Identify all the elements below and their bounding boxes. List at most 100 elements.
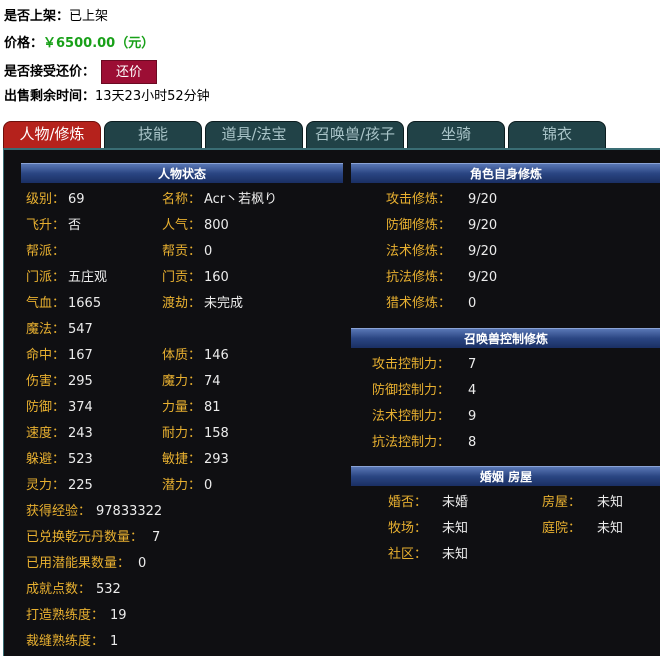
- speed-label: 速度：: [26, 426, 66, 441]
- speed-value: 243: [68, 426, 93, 441]
- potential-fruit-value: 0: [138, 556, 147, 571]
- spell-cultivation-value: 9/20: [468, 244, 498, 259]
- school-value: 五庄观: [68, 270, 108, 285]
- magic-power-value: 74: [204, 374, 221, 389]
- tab-bar: 人物/修炼 技能 道具/法宝 召唤兽/孩子 坐骑 锦衣: [3, 121, 660, 148]
- potential-value: 0: [204, 478, 213, 493]
- courtyard-label: 庭院：: [542, 521, 582, 536]
- tribulation-value: 未完成: [204, 296, 244, 311]
- hit-value: 167: [68, 348, 93, 363]
- marriage-value: 未婚: [442, 495, 469, 510]
- bargain-label: 是否接受还价：: [4, 64, 96, 80]
- popularity-value: 800: [204, 218, 229, 233]
- remaining-time-row: 出售剩余时间：13天23小时52分钟: [4, 86, 210, 108]
- defense-label: 防御：: [26, 400, 66, 415]
- pet-control-header: 召唤兽控制修炼: [351, 328, 660, 348]
- ranch-label: 牧场：: [388, 521, 428, 536]
- resist-cultivation-label: 抗法修炼：: [386, 270, 452, 285]
- hunting-cultivation-label: 猎术修炼：: [386, 296, 452, 311]
- character-status-header: 人物状态: [21, 163, 343, 183]
- pet-defense-control-label: 防御控制力：: [372, 383, 451, 398]
- remaining-time-value: 13天23小时52分钟: [95, 89, 210, 104]
- price-label: 价格：: [4, 36, 44, 51]
- hp-label: 气血：: [26, 296, 66, 311]
- experience-label: 获得经验：: [26, 504, 92, 519]
- tab-mounts[interactable]: 坐骑: [407, 121, 505, 148]
- self-cultivation-header: 角色自身修炼: [351, 163, 660, 183]
- achievement-value: 532: [96, 582, 121, 597]
- shelf-status-label: 是否上架：: [4, 9, 70, 24]
- tab-pets-children[interactable]: 召唤兽/孩子: [306, 121, 404, 148]
- tab-outfits[interactable]: 锦衣: [508, 121, 606, 148]
- potential-label: 潜力：: [162, 478, 202, 493]
- tab-character-cultivation[interactable]: 人物/修炼: [3, 121, 101, 148]
- pet-attack-control-label: 攻击控制力：: [372, 357, 451, 372]
- shelf-status-row: 是否上架：已上架: [4, 6, 108, 28]
- dodge-label: 躲避：: [26, 452, 66, 467]
- school-label: 门派：: [26, 270, 66, 285]
- hit-label: 命中：: [26, 348, 66, 363]
- defense-cultivation-value: 9/20: [468, 218, 498, 233]
- gang-contribution-label: 帮贡：: [162, 244, 202, 259]
- house-value: 未知: [597, 495, 624, 510]
- name-value: Acr丶若枫り: [204, 192, 278, 207]
- damage-label: 伤害：: [26, 374, 66, 389]
- pet-spell-control-value: 9: [468, 409, 477, 424]
- bargain-button[interactable]: 还价: [101, 60, 158, 84]
- magic-power-label: 魔力：: [162, 374, 202, 389]
- courtyard-value: 未知: [597, 521, 624, 536]
- price-row: 价格：￥6500.00（元）: [4, 33, 154, 55]
- experience-value: 97833322: [96, 504, 163, 519]
- pet-attack-control-value: 7: [468, 357, 477, 372]
- endurance-value: 158: [204, 426, 229, 441]
- shelf-status-value: 已上架: [69, 9, 109, 24]
- agility-label: 敏捷：: [162, 452, 202, 467]
- hunting-cultivation-value: 0: [468, 296, 477, 311]
- house-label: 房屋：: [542, 495, 582, 510]
- defense-value: 374: [68, 400, 93, 415]
- pet-defense-control-value: 4: [468, 383, 477, 398]
- mp-label: 魔法：: [26, 322, 66, 337]
- ranch-value: 未知: [442, 521, 469, 536]
- tab-skills[interactable]: 技能: [104, 121, 202, 148]
- bargain-row: 是否接受还价： 还价: [4, 60, 158, 84]
- tab-items-treasures[interactable]: 道具/法宝: [205, 121, 303, 148]
- attack-cultivation-label: 攻击修炼：: [386, 192, 452, 207]
- price-value: ￥6500.00（元）: [43, 36, 155, 51]
- gang-label: 帮派：: [26, 244, 66, 259]
- damage-value: 295: [68, 374, 93, 389]
- potential-fruit-label: 已用潜能果数量：: [26, 556, 131, 571]
- community-value: 未知: [442, 547, 469, 562]
- popularity-label: 人气：: [162, 218, 202, 233]
- name-label: 名称：: [162, 192, 202, 207]
- pet-spell-control-label: 法术控制力：: [372, 409, 451, 424]
- forging-skill-value: 19: [110, 608, 127, 623]
- community-label: 社区：: [388, 547, 428, 562]
- marriage-label: 婚否：: [388, 495, 428, 510]
- achievement-label: 成就点数：: [26, 582, 92, 597]
- marriage-house-header: 婚姻 房屋: [351, 466, 660, 486]
- endurance-label: 耐力：: [162, 426, 202, 441]
- qianyuan-count-label: 已兑换乾元丹数量：: [26, 530, 144, 545]
- spirit-label: 灵力：: [26, 478, 66, 493]
- defense-cultivation-label: 防御修炼：: [386, 218, 452, 233]
- constitution-value: 146: [204, 348, 229, 363]
- strength-value: 81: [204, 400, 221, 415]
- character-panel: 人物状态 级别： 69 名称： Acr丶若枫り 飞升： 否 人气： 800 帮派…: [3, 148, 660, 656]
- tailoring-skill-value: 1: [110, 634, 119, 649]
- resist-cultivation-value: 9/20: [468, 270, 498, 285]
- mp-value: 547: [68, 322, 93, 337]
- dodge-value: 523: [68, 452, 93, 467]
- tribulation-label: 渡劫：: [162, 296, 202, 311]
- forging-skill-label: 打造熟练度：: [26, 608, 105, 623]
- qianyuan-count-value: 7: [152, 530, 161, 545]
- agility-value: 293: [204, 452, 229, 467]
- spell-cultivation-label: 法术修炼：: [386, 244, 452, 259]
- fly-value: 否: [68, 218, 82, 233]
- attack-cultivation-value: 9/20: [468, 192, 498, 207]
- hp-value: 1665: [68, 296, 102, 311]
- level-label: 级别：: [26, 192, 66, 207]
- constitution-label: 体质：: [162, 348, 202, 363]
- school-contribution-value: 160: [204, 270, 229, 285]
- level-value: 69: [68, 192, 85, 207]
